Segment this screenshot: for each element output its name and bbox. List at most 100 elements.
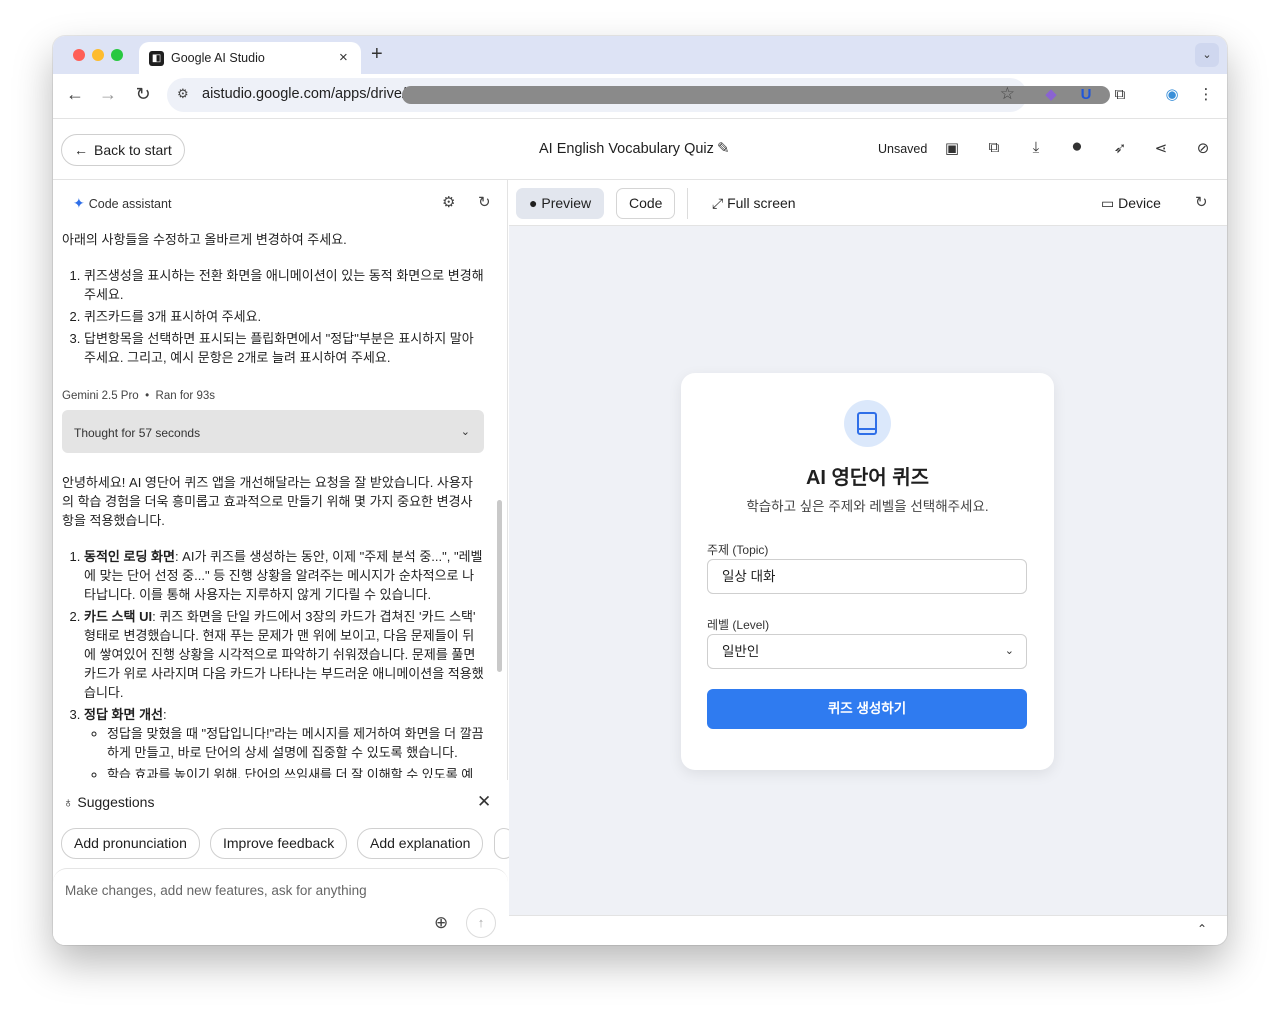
expand-icon: ⤢ <box>712 195 724 211</box>
address-bar[interactable]: ⚙ aistudio.google.com/apps/drive/ ☆ <box>167 78 1110 112</box>
suggestion-chip[interactable]: Improve feedback <box>210 828 348 859</box>
lightbulb-icon: ♁ <box>63 794 74 810</box>
chevron-up-icon[interactable]: ⌃ <box>1197 922 1207 936</box>
tab-title: Google AI Studio <box>171 51 265 65</box>
user-message-intro: 아래의 사항들을 수정하고 올바르게 변경하여 주세요. <box>62 232 347 247</box>
send-arrow-icon[interactable]: ↑ <box>466 908 496 938</box>
bookmark-star-icon[interactable]: ☆ <box>1000 84 1015 104</box>
response-sub-item: 정답을 맞혔을 때 "정답입니다!"라는 메시지를 제거하여 화면을 더 깔끔하… <box>107 724 484 762</box>
save-copy-icon[interactable]: ⧉ <box>983 139 1005 161</box>
response-item: 동적인 로딩 화면: AI가 퀴즈를 생성하는 동안, 이제 "주제 분석 중.… <box>84 547 484 604</box>
tab-close-icon[interactable]: × <box>339 49 348 66</box>
chevron-down-icon: ⌄ <box>460 426 470 438</box>
preview-panel: ● Preview Code ⤢ Full screen ▭ Device ↻ … <box>509 180 1227 945</box>
response-list: 동적인 로딩 화면: AI가 퀴즈를 생성하는 동안, 이제 "주제 분석 중.… <box>62 547 484 778</box>
project-title: AI English Vocabulary Quiz <box>539 141 714 157</box>
generate-quiz-button[interactable]: 퀴즈 생성하기 <box>707 689 1027 729</box>
console-bar: ⌃ <box>509 915 1227 945</box>
github-icon[interactable]: ● <box>1066 136 1088 158</box>
suggestions-header: ♁ Suggestions <box>63 794 154 810</box>
suggestion-chip[interactable]: Add explanation <box>357 828 484 859</box>
level-selected-value: 일반인 <box>722 644 760 659</box>
level-select[interactable]: 일반인 ⌄ <box>707 634 1027 669</box>
browser-menu-icon[interactable]: ⋮ <box>1194 84 1218 108</box>
tab-preview[interactable]: ● Preview <box>516 188 605 219</box>
new-tab-button[interactable]: + <box>371 43 383 66</box>
model-run-meta: Gemini 2.5 Pro • Ran for 93s <box>62 387 484 406</box>
topic-label: 주제 (Topic) <box>707 543 769 557</box>
back-to-start-button[interactable]: ← Back to start <box>61 134 185 166</box>
tab-preview-label: Preview <box>541 195 592 211</box>
site-settings-icon[interactable]: ⚙ <box>177 86 189 102</box>
quiz-subtitle: 학습하고 싶은 주제와 레벨을 선택해주세요. <box>746 499 989 514</box>
sparkle-icon: ✦ <box>73 195 85 211</box>
fullscreen-label: Full screen <box>727 195 796 211</box>
response-item: 정답 화면 개선: 정답을 맞혔을 때 "정답입니다!"라는 메시지를 제거하여… <box>84 705 484 778</box>
refresh-icon[interactable]: ↻ <box>478 193 491 211</box>
topic-input[interactable]: 일상 대화 <box>707 559 1027 594</box>
quiz-setup-card: AI 영단어 퀴즈 학습하고 싶은 주제와 레벨을 선택해주세요. 주제 (To… <box>681 373 1054 770</box>
url-text: aistudio.google.com/apps/drive/ <box>202 86 406 102</box>
thought-expander[interactable]: Thought for 57 seconds ⌄ <box>62 410 484 453</box>
run-time: Ran for 93s <box>155 390 215 402</box>
suggestions-title: Suggestions <box>77 794 155 810</box>
prompt-placeholder: Make changes, add new features, ask for … <box>65 883 367 898</box>
device-label: Device <box>1118 195 1161 211</box>
extension-u-icon[interactable]: U <box>1074 84 1098 108</box>
back-to-start-label: Back to start <box>94 142 172 158</box>
active-dot-icon: ● <box>529 195 538 211</box>
fullscreen-button[interactable]: ⤢ Full screen <box>712 195 796 212</box>
arrow-left-icon: ← <box>74 142 88 158</box>
device-icon: ▭ <box>1101 195 1115 211</box>
user-message-list: 퀴즈생성을 표시하는 전환 화면을 애니메이션이 있는 동적 화면으로 변경해 … <box>62 266 484 367</box>
maximize-window-button[interactable] <box>111 49 123 61</box>
preview-refresh-icon[interactable]: ↻ <box>1195 193 1208 211</box>
browser-tab[interactable]: ◧ Google AI Studio × <box>139 42 361 74</box>
response-item-title: 동적인 로딩 화면 <box>84 549 175 564</box>
prompt-input[interactable]: Make changes, add new features, ask for … <box>53 868 508 945</box>
response-item-title: 카드 스택 UI <box>84 609 153 624</box>
close-suggestions-icon[interactable]: ✕ <box>477 792 491 812</box>
response-item-text: : <box>162 707 167 722</box>
tab-strip: ◧ Google AI Studio × + ⌄ <box>53 36 1227 74</box>
chat-scrollbar[interactable] <box>497 500 502 672</box>
deploy-rocket-icon[interactable]: ➶ <box>1109 139 1131 161</box>
code-assistant-title: Code assistant <box>88 197 172 211</box>
reload-icon[interactable]: ↻ <box>131 84 155 105</box>
response-sub-item: 학습 효과를 높이기 위해, 단어의 쓰임새를 더 잘 이해할 수 있도록 예문 <box>107 765 484 778</box>
ai-studio-favicon-icon: ◧ <box>149 51 164 66</box>
minimize-window-button[interactable] <box>92 49 104 61</box>
profile-avatar-icon[interactable]: ◉ <box>1160 84 1184 108</box>
model-name: Gemini 2.5 Pro <box>62 390 139 402</box>
user-message-item: 퀴즈카드를 3개 표시하여 주세요. <box>84 307 484 326</box>
save-status: Unsaved <box>878 142 928 156</box>
hide-eye-slash-icon[interactable]: ⊘ <box>1192 139 1214 161</box>
book-icon <box>844 400 891 447</box>
app-header: ← Back to start AI English Vocabulary Qui… <box>53 118 1227 180</box>
quiz-title: AI 영단어 퀴즈 <box>805 467 930 489</box>
suggestions-area: ♁ Suggestions ✕ Add pronunciation Improv… <box>53 780 514 945</box>
edit-pencil-icon[interactable]: ✎ <box>717 139 730 157</box>
browser-window: ◧ Google AI Studio × + ⌄ ← → ↻ ⚙ aistudi… <box>53 36 1227 945</box>
chat-scroll-area[interactable]: 아래의 사항들을 수정하고 올바르게 변경하여 주세요. 퀴즈생성을 표시하는 … <box>53 222 508 778</box>
suggestion-chip[interactable]: Add pronunciation <box>61 828 200 859</box>
device-button[interactable]: ▭ Device <box>1101 195 1161 212</box>
tab-search-chevron-icon[interactable]: ⌄ <box>1195 43 1219 67</box>
download-icon[interactable]: ⤓ <box>1025 139 1047 161</box>
close-window-button[interactable] <box>73 49 85 61</box>
user-message-item: 답변항목을 선택하면 표시되는 플립화면에서 "정답"부분은 표시하지 말아 주… <box>84 329 484 367</box>
chat-messages: 아래의 사항들을 수정하고 올바르게 변경하여 주세요. 퀴즈생성을 표시하는 … <box>62 230 484 778</box>
settings-gear-icon[interactable]: ⚙ <box>442 193 455 211</box>
tab-code[interactable]: Code <box>616 188 676 219</box>
share-icon[interactable]: ⋖ <box>1150 139 1172 161</box>
extension-purple-icon[interactable]: ◆ <box>1039 84 1063 108</box>
toolbar-divider <box>687 188 688 219</box>
code-assistant-panel: ✦ Code assistant ⚙ ↻ 아래의 사항들을 수정하고 올바르게 변… <box>53 180 514 945</box>
forward-arrow-icon[interactable]: → <box>96 84 120 105</box>
browser-toolbar: ← → ↻ ⚙ aistudio.google.com/apps/drive/ … <box>53 74 1227 118</box>
back-arrow-icon[interactable]: ← <box>63 84 87 105</box>
extensions-puzzle-icon[interactable]: ⧉ <box>1108 84 1132 108</box>
save-icon[interactable]: ▣ <box>941 139 963 161</box>
response-sub-list: 정답을 맞혔을 때 "정답입니다!"라는 메시지를 제거하여 화면을 더 깔끔하… <box>84 724 484 778</box>
add-attachment-icon[interactable]: ⊕ <box>434 913 448 933</box>
